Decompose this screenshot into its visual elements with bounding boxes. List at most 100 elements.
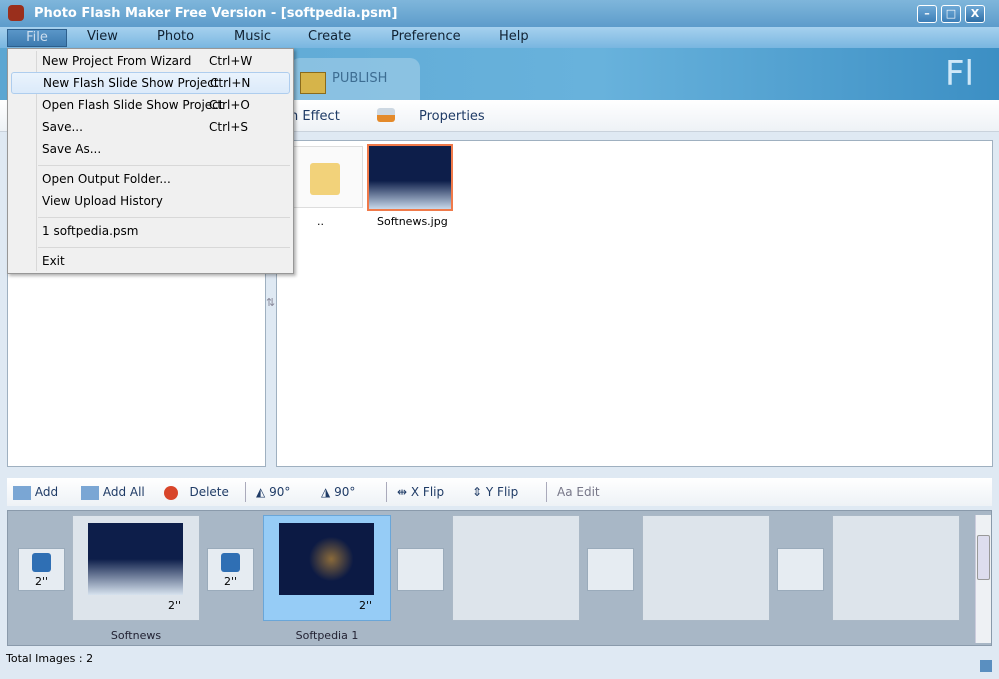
transition-dice-icon <box>221 553 240 572</box>
label: Delete <box>189 485 229 499</box>
slide-caption: Softnews <box>110 629 162 642</box>
menu-item-upload-history[interactable]: View Upload History <box>11 190 290 212</box>
edit-text-icon: Aa <box>557 485 573 499</box>
storyboard-scrollbar[interactable] <box>975 515 991 643</box>
transition-duration: 2'' <box>224 575 238 588</box>
photo-toolbar: Add Add All Delete ◭ 90° ◮ 90° ⇹ X Flip … <box>7 478 992 506</box>
shortcut: Ctrl+W <box>209 54 253 68</box>
parent-folder-label: .. <box>317 215 324 228</box>
menu-item-new-slideshow[interactable]: New Flash Slide Show Project Ctrl+N <box>11 72 290 94</box>
status-bar: Total Images : 2 <box>0 648 999 679</box>
minimize-button[interactable]: – <box>917 5 937 23</box>
folder-icon <box>310 163 340 195</box>
divider <box>245 482 246 502</box>
label: Save As... <box>42 142 102 156</box>
empty-slide-slot[interactable] <box>642 515 770 621</box>
label: Edit <box>576 485 600 499</box>
label: X Flip <box>410 485 445 499</box>
y-flip-button[interactable]: ⇕ Y Flip <box>472 485 518 499</box>
title-bar: Photo Flash Maker Free Version - [softpe… <box>0 0 999 27</box>
menu-file[interactable]: File <box>7 29 67 47</box>
app-icon <box>8 5 24 21</box>
label: Open Flash Slide Show Project <box>42 98 224 112</box>
delete-button[interactable]: Delete <box>164 485 229 500</box>
menu-item-recent-file[interactable]: 1 softpedia.psm <box>11 220 290 242</box>
softnews-thumbnail[interactable] <box>367 144 453 211</box>
transition-effect-button[interactable]: n Effect <box>290 109 340 124</box>
label: 1 softpedia.psm <box>42 224 139 238</box>
shortcut: Ctrl+O <box>209 98 250 112</box>
menu-separator <box>38 217 290 218</box>
divider <box>386 482 387 502</box>
menu-preference[interactable]: Preference <box>391 29 461 47</box>
slide-thumbnail <box>88 523 183 595</box>
properties-button[interactable]: Properties <box>419 109 485 124</box>
transition-slot[interactable]: 2'' <box>18 548 65 591</box>
menu-item-new-project-wizard[interactable]: New Project From Wizard Ctrl+W <box>11 50 290 72</box>
label: View Upload History <box>42 194 163 208</box>
edit-button[interactable]: Aa Edit <box>557 485 600 499</box>
menu-item-save[interactable]: Save... Ctrl+S <box>11 116 290 138</box>
add-button[interactable]: Add <box>13 485 58 500</box>
window-title: Photo Flash Maker Free Version - [softpe… <box>34 6 398 21</box>
empty-transition-slot[interactable] <box>587 548 634 591</box>
close-button[interactable]: X <box>965 5 985 23</box>
properties-icon <box>377 108 395 122</box>
softnews-label: Softnews.jpg <box>377 215 448 228</box>
label: 90° <box>334 485 356 499</box>
scrollbar-thumb[interactable] <box>977 535 990 580</box>
y-flip-icon: ⇕ <box>472 485 483 499</box>
menu-item-save-as[interactable]: Save As... <box>11 138 290 160</box>
menu-view[interactable]: View <box>87 29 118 47</box>
menu-create[interactable]: Create <box>308 29 351 47</box>
label: Y Flip <box>485 485 519 499</box>
menu-item-open-output[interactable]: Open Output Folder... <box>11 168 290 190</box>
total-images: Total Images : 2 <box>6 652 94 665</box>
menu-separator <box>38 247 290 248</box>
splitter-handle[interactable]: ⇅ <box>266 296 275 309</box>
slide-duration: 2'' <box>167 599 181 612</box>
add-image-icon <box>13 485 31 500</box>
maximize-button[interactable]: □ <box>941 5 961 23</box>
menu-item-exit[interactable]: Exit <box>11 250 290 272</box>
empty-transition-slot[interactable] <box>777 548 824 591</box>
label: New Flash Slide Show Project <box>43 76 219 90</box>
empty-transition-slot[interactable] <box>397 548 444 591</box>
file-browser-panel[interactable]: .. Softnews.jpg <box>276 140 993 467</box>
slide-caption: Softpedia 1 <box>295 629 359 642</box>
label: 90° <box>269 485 291 499</box>
file-menu-dropdown: New Project From Wizard Ctrl+W New Flash … <box>7 48 294 274</box>
label: Exit <box>42 254 65 268</box>
transition-duration: 2'' <box>35 575 49 588</box>
brand-logo: Fl <box>945 54 975 94</box>
publish-box-icon <box>300 72 326 94</box>
label: Add <box>34 485 59 499</box>
menu-music[interactable]: Music <box>234 29 271 47</box>
label: Open Output Folder... <box>42 172 171 186</box>
menu-item-open-slideshow[interactable]: Open Flash Slide Show Project Ctrl+O <box>11 94 290 116</box>
label: Add All <box>102 485 145 499</box>
slide-duration: 2'' <box>358 599 372 612</box>
add-all-icon <box>81 485 99 500</box>
rotate-left-icon: ◭ <box>256 485 266 499</box>
storyboard: 2'' 2'' Softnews 2'' 2'' Softpedia 1 <box>7 510 992 646</box>
transition-slot[interactable]: 2'' <box>207 548 254 591</box>
parent-folder-item[interactable] <box>285 146 363 208</box>
rotate-left-button[interactable]: ◭ 90° <box>256 485 290 499</box>
menu-photo[interactable]: Photo <box>157 29 194 47</box>
resize-grip-icon[interactable] <box>980 660 992 672</box>
rotate-right-button[interactable]: ◮ 90° <box>321 485 355 499</box>
menu-separator <box>38 165 290 166</box>
tab-publish[interactable]: PUBLISH <box>290 58 420 100</box>
tab-publish-label: PUBLISH <box>332 71 388 86</box>
empty-slide-slot[interactable] <box>832 515 960 621</box>
slide-softnews[interactable]: 2'' <box>72 515 200 621</box>
empty-slide-slot[interactable] <box>452 515 580 621</box>
transition-dice-icon <box>32 553 51 572</box>
add-all-button[interactable]: Add All <box>81 485 145 500</box>
divider <box>546 482 547 502</box>
x-flip-button[interactable]: ⇹ X Flip <box>397 485 444 499</box>
slide-softpedia-1[interactable]: 2'' <box>263 515 391 621</box>
x-flip-icon: ⇹ <box>397 485 408 499</box>
menu-help[interactable]: Help <box>499 29 529 47</box>
